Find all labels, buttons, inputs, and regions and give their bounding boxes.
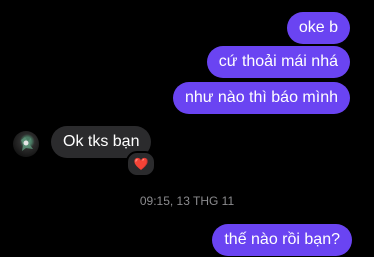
contact-avatar-icon[interactable] [13,131,39,157]
message-text: Ok tks bạn [63,133,140,150]
message-text: thế nào rồi bạn? [224,231,340,248]
heart-icon: ❤️ [133,157,149,171]
message-bubble-sent[interactable]: thế nào rồi bạn? [212,224,352,256]
message-bubble-sent[interactable]: như nào thì báo mình [172,82,350,114]
message-bubble-sent[interactable]: oke b [286,12,350,44]
message-text: oke b [298,19,338,36]
message-timestamp: 09:15, 13 THG 11 [139,194,235,208]
message-reaction[interactable]: ❤️ [126,151,156,177]
message-text: như nào thì báo mình [184,89,338,106]
message-bubble-sent[interactable]: cứ thoải mái nhá [206,46,350,78]
message-text: cứ thoải mái nhá [218,53,338,70]
